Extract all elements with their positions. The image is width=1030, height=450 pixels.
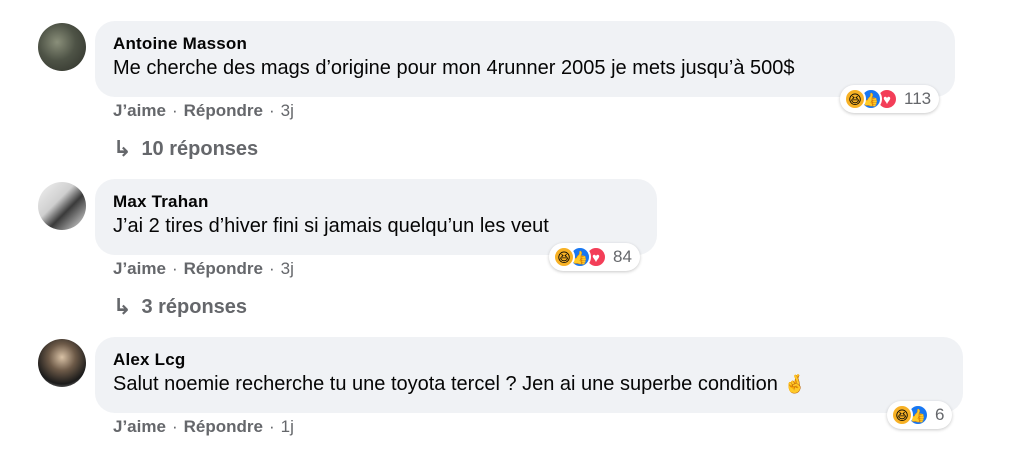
comment-timestamp[interactable]: 1j bbox=[281, 417, 294, 437]
avatar[interactable] bbox=[38, 23, 86, 71]
comment-author[interactable]: Antoine Masson bbox=[113, 33, 937, 55]
like-button[interactable]: J’aime bbox=[113, 101, 166, 121]
view-replies-button[interactable]: ↳ 10 réponses bbox=[113, 136, 258, 162]
comment-actions: J’aime · Répondre · 1j bbox=[113, 417, 294, 437]
haha-reaction-icon: 😆 bbox=[891, 404, 913, 426]
reply-button[interactable]: Répondre bbox=[184, 259, 263, 279]
comment-timestamp[interactable]: 3j bbox=[281, 101, 294, 121]
reply-arrow-icon: ↳ bbox=[113, 294, 132, 319]
reactions-summary[interactable]: 😆 👍 ♥ 113 bbox=[840, 85, 940, 113]
comment-author[interactable]: Max Trahan bbox=[113, 191, 639, 213]
replies-count-label: 10 réponses bbox=[141, 137, 259, 160]
reply-arrow-icon: ↳ bbox=[113, 136, 132, 161]
reply-button[interactable]: Répondre bbox=[184, 101, 263, 121]
reactions-count: 113 bbox=[904, 89, 932, 108]
separator: · bbox=[171, 101, 178, 120]
haha-reaction-icon: 😆 bbox=[844, 88, 866, 110]
avatar[interactable] bbox=[38, 339, 86, 387]
reactions-summary[interactable]: 😆 👍 6 bbox=[887, 401, 953, 429]
like-button[interactable]: J’aime bbox=[113, 259, 166, 279]
separator: · bbox=[268, 259, 275, 278]
separator: · bbox=[268, 417, 275, 436]
avatar[interactable] bbox=[38, 182, 86, 230]
comment-author[interactable]: Alex Lcg bbox=[113, 349, 945, 371]
comment-timestamp[interactable]: 3j bbox=[281, 259, 294, 279]
comment-actions: J’aime · Répondre · 3j bbox=[113, 259, 294, 279]
comment-text: J’ai 2 tires d’hiver fini si jamais quel… bbox=[113, 215, 549, 237]
comment-actions: J’aime · Répondre · 3j bbox=[113, 101, 294, 121]
reply-button[interactable]: Répondre bbox=[184, 417, 263, 437]
comment-bubble: Antoine Masson Me cherche des mags d’ori… bbox=[95, 21, 955, 97]
haha-reaction-icon: 😆 bbox=[553, 246, 575, 268]
separator: · bbox=[171, 259, 178, 278]
replies-count-label: 3 réponses bbox=[141, 295, 248, 318]
comment-bubble: Alex Lcg Salut noemie recherche tu une t… bbox=[95, 337, 963, 413]
comment-text: Me cherche des mags d’origine pour mon 4… bbox=[113, 57, 795, 79]
comment-thread: Antoine Masson Me cherche des mags d’ori… bbox=[0, 0, 1030, 450]
reactions-count: 84 bbox=[613, 247, 632, 266]
comment-text-content: Salut noemie recherche tu une toyota ter… bbox=[113, 373, 778, 395]
comment-text: Salut noemie recherche tu une toyota ter… bbox=[113, 371, 945, 397]
reactions-summary[interactable]: 😆 👍 ♥ 84 bbox=[549, 243, 640, 271]
view-replies-button[interactable]: ↳ 3 réponses bbox=[113, 294, 247, 320]
like-button[interactable]: J’aime bbox=[113, 417, 166, 437]
separator: · bbox=[268, 101, 275, 120]
separator: · bbox=[171, 417, 178, 436]
reactions-count: 6 bbox=[935, 405, 945, 424]
hand-emoji-icon: 🤞 bbox=[783, 374, 807, 394]
